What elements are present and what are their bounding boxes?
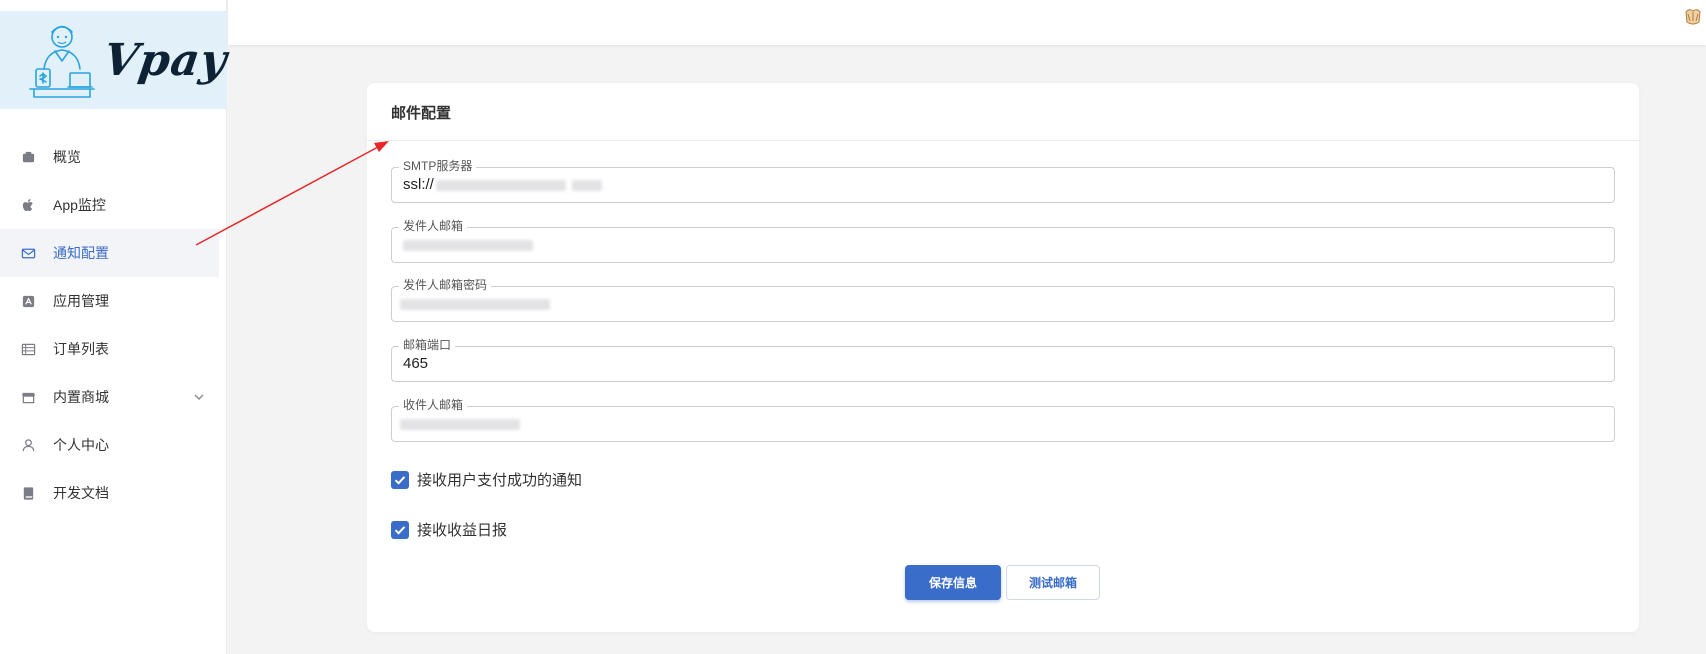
field-label: 发件人邮箱 (399, 219, 468, 233)
email-config-card: 邮件配置 SMTP服务器 ssl:// 发件人邮箱 发件人邮箱密码 邮箱端口 4… (367, 83, 1639, 632)
field-label: 收件人邮箱 (399, 398, 468, 412)
app-store-icon (22, 295, 35, 308)
sidebar-item-label: 内置商城 (53, 389, 109, 405)
checkbox-label: 接收用户支付成功的通知 (417, 472, 583, 489)
cashier-illustration (29, 25, 95, 98)
checkmark-icon (394, 475, 406, 485)
book-icon (23, 487, 34, 500)
sidebar: Vpay 概览 App监控 通知配置 应用管理 订单列表 内置商城 个人中心 开… (0, 0, 231, 654)
field-value: ssl:// (403, 176, 602, 193)
payment-notify-checkbox[interactable] (391, 470, 409, 489)
sidebar-item-app-monitor[interactable]: App监控 (0, 181, 227, 229)
card-title: 邮件配置 (391, 105, 452, 122)
sidebar-item-notification-config[interactable]: 通知配置 (0, 229, 219, 277)
sidebar-item-app-management[interactable]: 应用管理 (0, 277, 227, 325)
smtp-server-field[interactable]: SMTP服务器 ssl:// (391, 159, 1615, 203)
user-icon (22, 439, 35, 452)
apple-icon (22, 198, 33, 212)
field-label: 发件人邮箱密码 (399, 278, 492, 292)
sidebar-item-label: 应用管理 (53, 293, 109, 309)
sidebar-item-builtin-store[interactable]: 内置商城 (0, 373, 227, 421)
daily-report-checkbox-row[interactable]: 接收收益日报 (391, 519, 507, 540)
sidebar-item-dev-docs[interactable]: 开发文档 (0, 469, 227, 517)
sidebar-item-personal-center[interactable]: 个人中心 (0, 421, 227, 469)
redacted-value (435, 179, 566, 191)
sidebar-item-label: 订单列表 (53, 341, 109, 357)
email-port-field[interactable]: 邮箱端口 465 (391, 338, 1615, 382)
logo[interactable]: Vpay (0, 11, 231, 109)
field-value (400, 295, 550, 312)
redacted-value (400, 418, 520, 430)
smtp-prefix: ssl:// (403, 176, 434, 193)
mail-icon (21, 248, 36, 259)
sidebar-item-label: 概览 (53, 149, 81, 165)
sidebar-nav: 概览 App监控 通知配置 应用管理 订单列表 内置商城 个人中心 开发文档 (0, 133, 227, 517)
logo-text: Vpay (100, 35, 231, 86)
checkbox-label: 接收收益日报 (417, 522, 508, 539)
sidebar-item-order-list[interactable]: 订单列表 (0, 325, 227, 373)
daily-report-checkbox[interactable] (391, 520, 409, 539)
redacted-value (571, 179, 602, 191)
sender-password-field[interactable]: 发件人邮箱密码 (391, 278, 1615, 322)
payment-notify-checkbox-row[interactable]: 接收用户支付成功的通知 (391, 469, 582, 490)
sender-email-field[interactable]: 发件人邮箱 (391, 219, 1615, 263)
sidebar-item-label: 个人中心 (53, 437, 109, 453)
chevron-down-icon[interactable] (193, 391, 205, 403)
field-value: 465 (403, 355, 429, 372)
field-label: 邮箱端口 (399, 338, 456, 352)
sidebar-item-label: 通知配置 (53, 245, 109, 261)
checkmark-icon (394, 525, 406, 535)
receiver-email-field[interactable]: 收件人邮箱 (391, 398, 1615, 442)
redacted-value (400, 298, 550, 310)
redacted-value (403, 239, 533, 251)
test-email-button[interactable]: 测试邮箱 (1006, 565, 1100, 600)
field-value (400, 415, 520, 432)
card-header: 邮件配置 (367, 83, 1639, 141)
dashboard-icon (22, 151, 35, 163)
sidebar-item-overview[interactable]: 概览 (0, 133, 227, 181)
sidebar-item-label: 开发文档 (53, 485, 109, 501)
sidebar-item-label: App监控 (53, 197, 106, 213)
field-value (403, 236, 533, 253)
field-label: SMTP服务器 (399, 159, 477, 173)
save-button[interactable]: 保存信息 (905, 565, 1001, 600)
avatar[interactable] (1682, 6, 1704, 28)
list-icon (21, 343, 36, 356)
top-bar (228, 0, 1706, 45)
store-icon (21, 392, 36, 404)
